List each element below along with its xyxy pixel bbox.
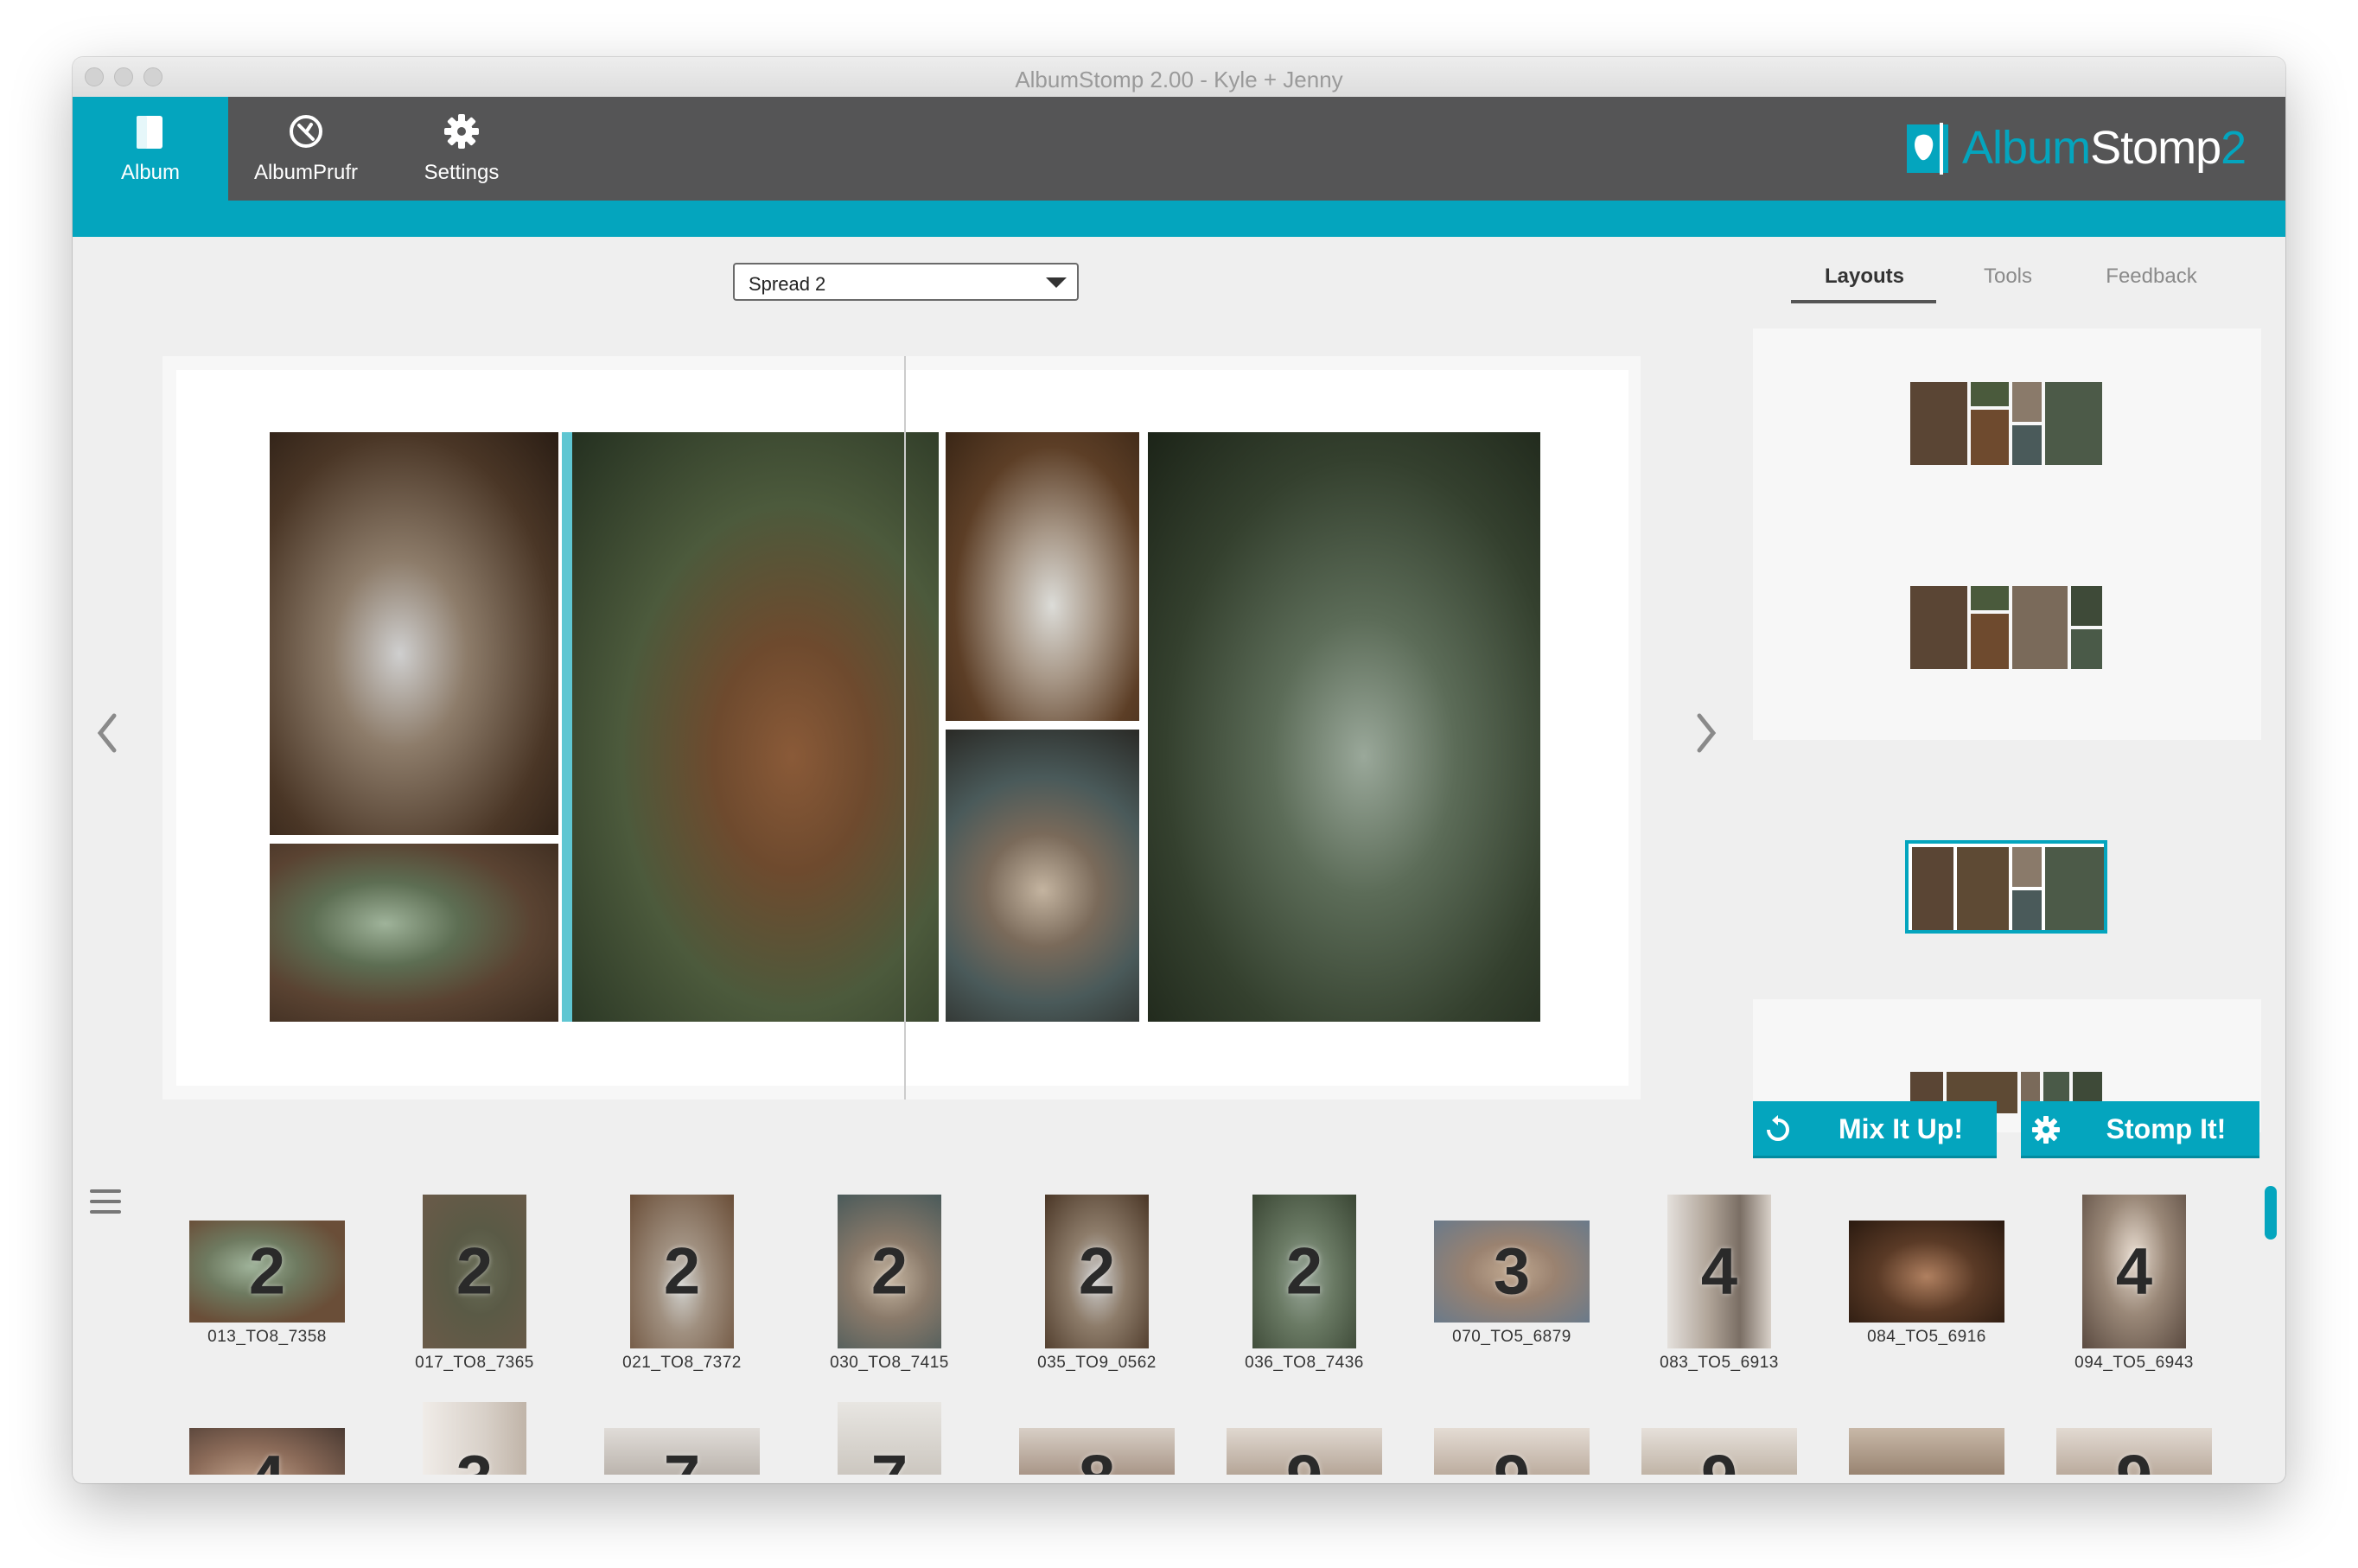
albumstomp-logo: AlbumStomp2 <box>1902 119 2265 180</box>
photo-thumbnail[interactable]: 3 <box>1434 1221 1590 1323</box>
layouts-panel <box>1753 328 2261 1132</box>
chevron-right-icon <box>1697 713 1717 753</box>
logo-text-2: 2 <box>2221 122 2246 174</box>
photo-greenery[interactable] <box>1148 432 1540 1022</box>
thumbnail-filename: 030_TO8_7415 <box>830 1354 949 1372</box>
photo-thumbnail[interactable]: 4 <box>2082 1195 2186 1348</box>
stomp-it-button[interactable]: Stomp It! <box>2021 1101 2259 1158</box>
thumbnail-filename: 036_TO8_7436 <box>1245 1354 1364 1372</box>
refresh-icon <box>1767 1115 1789 1141</box>
toolbar-settings-button[interactable]: Settings <box>384 97 539 201</box>
thumbnail-filename: 070_TO5_6879 <box>1452 1328 1571 1346</box>
logo-text-album: Album <box>1962 122 2091 174</box>
layout-option-selected[interactable] <box>1905 840 2107 934</box>
photo-thumbnail[interactable]: 7 <box>838 1402 941 1483</box>
photo-thumbnail[interactable]: 2 <box>189 1221 345 1323</box>
albumprufr-icon <box>228 112 384 152</box>
layout-option[interactable] <box>1910 382 2102 465</box>
title-bar: AlbumStomp 2.00 - Kyle + Jenny <box>73 57 2285 98</box>
spread-spine <box>904 356 906 1100</box>
photo-thumbnail[interactable]: 2 <box>423 1195 526 1348</box>
photo-thumbnail[interactable]: 2 <box>838 1195 941 1348</box>
app-window: AlbumStomp 2.00 - Kyle + Jenny Album Alb… <box>73 57 2285 1483</box>
spread-select-value: Spread 2 <box>749 273 826 295</box>
photo-thumbnail[interactable]: 2 <box>1252 1195 1356 1348</box>
toolbar-albumprufr-label: AlbumPrufr <box>253 161 359 184</box>
thumbnail-filename: 013_TO8_7358 <box>207 1328 327 1346</box>
toolbar-album-button[interactable]: Album <box>73 97 228 201</box>
photo-thumbnail[interactable]: 2 <box>630 1195 734 1348</box>
thumbnail-filename: 094_TO5_6943 <box>2074 1354 2194 1372</box>
thumbnail-filename: 035_TO9_0562 <box>1037 1354 1157 1372</box>
photo-shoes[interactable] <box>270 432 558 835</box>
layout-group-card <box>1753 328 2261 740</box>
photo-bouquet[interactable] <box>572 432 939 1022</box>
thumbnail-filename: 084_TO5_6916 <box>1867 1328 1986 1346</box>
album-icon <box>73 112 228 152</box>
photo-tray-scrollbar[interactable] <box>2265 1186 2277 1240</box>
tab-layouts[interactable]: Layouts <box>1791 265 1938 289</box>
chevron-left-icon <box>97 713 117 753</box>
photo-ring-box[interactable] <box>946 730 1139 1022</box>
gear-icon <box>2032 1116 2060 1144</box>
layout-option[interactable] <box>1910 586 2102 669</box>
photo-thumbnail[interactable] <box>1849 1221 2004 1323</box>
tab-tools[interactable]: Tools <box>1934 265 2081 289</box>
thumbnail-filename: 017_TO8_7365 <box>415 1354 534 1372</box>
accent-stripe <box>73 201 2285 237</box>
spread-select[interactable]: Spread 2 <box>733 263 1079 301</box>
photo-thumbnail[interactable]: 2 <box>1045 1195 1149 1348</box>
toolbar-settings-label: Settings <box>424 161 500 184</box>
mix-it-up-button[interactable]: Mix It Up! <box>1753 1101 1997 1158</box>
menu-icon[interactable] <box>90 1189 121 1214</box>
selected-photo-edge <box>562 432 572 1022</box>
window-bottom-edge <box>73 1475 2285 1483</box>
previous-spread-button[interactable] <box>95 702 119 764</box>
photo-invitation[interactable] <box>946 432 1139 721</box>
thumbnail-filename: 021_TO8_7372 <box>622 1354 742 1372</box>
mix-it-up-label: Mix It Up! <box>1839 1113 1963 1144</box>
toolbar-album-label: Album <box>120 161 181 184</box>
chevron-down-icon <box>1046 277 1067 288</box>
active-tab-indicator <box>1791 300 1936 303</box>
logo-text-stomp: Stomp <box>2090 122 2221 174</box>
photo-thumbnail[interactable]: 4 <box>1667 1195 1771 1348</box>
toolbar-albumprufr-button[interactable]: AlbumPrufr <box>228 97 384 201</box>
logo-mark-icon <box>1907 123 1948 175</box>
window-title: AlbumStomp 2.00 - Kyle + Jenny <box>1015 67 1343 92</box>
gear-icon <box>384 112 539 152</box>
thumbnail-filename: 083_TO5_6913 <box>1660 1354 1779 1372</box>
tab-feedback[interactable]: Feedback <box>2078 265 2225 289</box>
photo-thumbnail[interactable]: 3 <box>423 1402 526 1483</box>
photo-air-plant[interactable] <box>270 844 558 1022</box>
next-spread-button[interactable] <box>1694 702 1718 764</box>
stomp-it-label: Stomp It! <box>2106 1113 2227 1144</box>
